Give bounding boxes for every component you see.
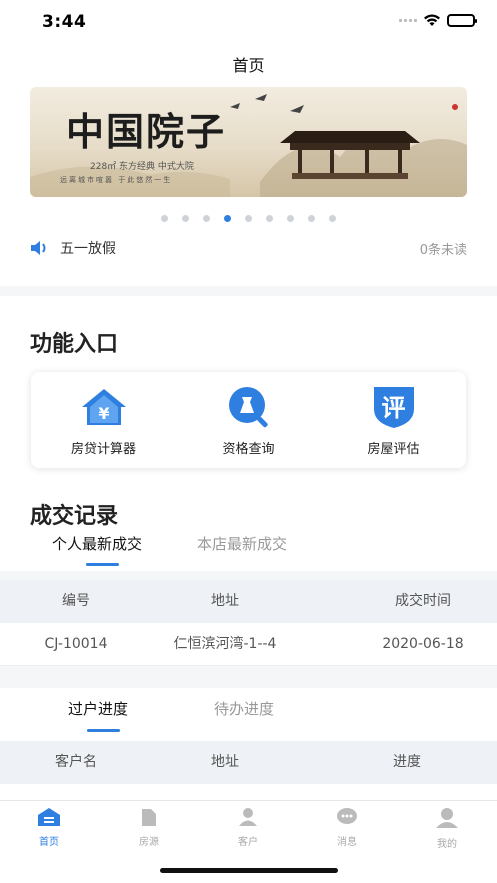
qualification-query-button[interactable]: 资格查询 (176, 372, 321, 468)
carousel-dot[interactable] (161, 215, 168, 222)
banner-subtitle: 228㎡ 东方经典 中式大院 (90, 162, 194, 172)
deals-section-title: 成交记录 (30, 504, 119, 529)
nav-bar: 首页 (0, 46, 497, 86)
message-icon (337, 808, 357, 824)
customer-icon (239, 808, 257, 826)
carousel-indicator (0, 215, 497, 222)
tab-personal-deals[interactable]: 个人最新成交 (52, 533, 142, 554)
banner-calligraphy: 中国院子 (66, 109, 227, 154)
status-icons (399, 14, 477, 27)
tab-store-deals[interactable]: 本店最新成交 (197, 533, 287, 554)
status-bar: 3:44 (0, 0, 497, 46)
svg-text:¥: ¥ (98, 404, 109, 423)
deal-address: 仁恒滨河湾-1--4 (173, 636, 277, 652)
function-label: 房贷计算器 (70, 442, 136, 457)
function-section: 功能入口 ¥ 房贷计算器 资格查询 评 房屋评估 成交记录 个人最新成交 本店最… (0, 296, 497, 571)
house-evaluation-button[interactable]: 评 房屋评估 (321, 372, 466, 468)
search-qualification-icon (228, 387, 268, 428)
tabbar-label: 客户 (238, 837, 258, 848)
progress-table-header: 客户名 地址 进度 (0, 741, 497, 784)
home-icon (38, 808, 60, 826)
function-label: 资格查询 (222, 442, 275, 457)
top-card: 中国院子 228㎡ 东方经典 中式大院 远离城市喧嚣 于此悠然一生 五一放假 0… (0, 86, 497, 286)
tab-transfer-progress[interactable]: 过户进度 (68, 698, 128, 719)
notice-unread-count: 0条未读 (419, 242, 467, 258)
deals-table-header: 编号 地址 成交时间 (0, 580, 497, 623)
function-card: ¥ 房贷计算器 资格查询 评 房屋评估 (31, 372, 466, 468)
speaker-icon (31, 241, 46, 255)
tabbar-item-listings[interactable]: 房源 (109, 807, 189, 848)
carousel-dot[interactable] (203, 215, 210, 222)
tabbar-item-profile[interactable]: 我的 (407, 807, 487, 850)
mortgage-calculator-button[interactable]: ¥ 房贷计算器 (31, 372, 176, 468)
column-header: 地址 (211, 593, 239, 609)
page-title: 首页 (232, 56, 265, 75)
tabbar-item-home[interactable]: 首页 (9, 807, 89, 848)
notice-bar[interactable]: 五一放假 0条未读 (30, 236, 467, 260)
listing-icon (142, 809, 156, 826)
profile-icon (436, 808, 458, 828)
column-header: 进度 (393, 754, 421, 770)
carousel-dot[interactable] (287, 215, 294, 222)
tabbar-label: 房源 (139, 837, 159, 848)
carousel-dot[interactable] (245, 215, 252, 222)
cellular-signal-icon (399, 19, 417, 22)
deal-date: 2020-06-18 (382, 636, 464, 652)
carousel-dot[interactable] (329, 215, 336, 222)
function-section-title: 功能入口 (30, 332, 119, 357)
banner-tagline: 远离城市喧嚣 于此悠然一生 (60, 176, 173, 184)
banner-image[interactable]: 中国院子 228㎡ 东方经典 中式大院 远离城市喧嚣 于此悠然一生 (30, 87, 467, 197)
wifi-icon (424, 14, 440, 26)
carousel-dot[interactable] (224, 215, 231, 222)
tabbar-item-messages[interactable]: 消息 (307, 807, 387, 848)
table-row[interactable]: CJ-10014 仁恒滨河湾-1--4 2020-06-18 (0, 623, 497, 666)
column-header: 地址 (211, 754, 239, 770)
tab-active-indicator (86, 563, 119, 566)
evaluate-glyph: 评 (381, 393, 406, 422)
function-label: 房屋评估 (367, 442, 420, 457)
tab-todo-progress[interactable]: 待办进度 (214, 698, 274, 719)
deal-id: CJ-10014 (44, 636, 108, 652)
tabbar-label: 我的 (437, 839, 457, 850)
battery-icon (447, 14, 477, 27)
deals-tabs: 个人最新成交 本店最新成交 (0, 533, 497, 571)
column-header: 编号 (62, 593, 90, 609)
house-yen-icon: ¥ (81, 389, 126, 425)
carousel-dot[interactable] (308, 215, 315, 222)
tab-active-indicator (87, 729, 120, 732)
carousel-dot[interactable] (182, 215, 189, 222)
column-header: 客户名 (55, 754, 97, 770)
column-header: 成交时间 (395, 593, 451, 609)
tabbar-label: 消息 (337, 837, 357, 848)
tabbar-label: 首页 (39, 837, 59, 848)
status-time: 3:44 (42, 12, 87, 32)
carousel-dot[interactable] (266, 215, 273, 222)
tabbar-item-customers[interactable]: 客户 (208, 807, 288, 848)
notice-text: 五一放假 (60, 241, 116, 257)
home-indicator (160, 868, 338, 873)
